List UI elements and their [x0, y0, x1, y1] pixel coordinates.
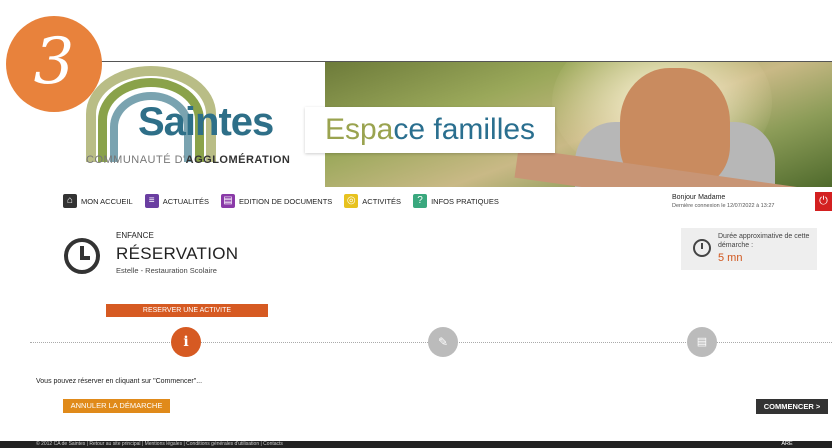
nav-label: INFOS PRATIQUES — [431, 196, 499, 206]
brand-part-a: Espa — [324, 113, 394, 146]
home-icon: ⌂ — [63, 194, 77, 208]
step-info-icon: i — [171, 327, 201, 357]
page: 3 Espace familles Saintes COMMUNAUTÉ D'A… — [0, 0, 832, 448]
nav-label: MON ACCUEIL — [81, 196, 133, 206]
clock-icon — [64, 238, 100, 274]
activities-icon: ◎ — [344, 194, 359, 208]
main-nav: ⌂ MON ACCUEIL ≡ ACTUALITÉS ▤ EDITION DE … — [63, 192, 505, 210]
logo-town-name: Saintes — [138, 100, 274, 144]
user-info: Bonjour Madame Dernière connexion le 12/… — [672, 193, 774, 211]
nav-label: ACTIVITÉS — [362, 196, 402, 206]
saintes-logo[interactable]: Saintes COMMUNAUTÉ D'AGGLOMÉRATION — [80, 66, 300, 176]
logout-button[interactable]: ⏻ — [815, 192, 832, 211]
section-category: ENFANCE — [116, 231, 154, 240]
info-icon: ? — [413, 194, 428, 208]
nav-item-edition-documents[interactable]: ▤ EDITION DE DOCUMENTS — [220, 194, 333, 208]
duration-value: 5 mn — [718, 252, 743, 264]
start-button[interactable]: COMMENCER > — [756, 399, 828, 414]
last-login: Dernière connexion le 12/07/2022 à 13:27 — [672, 203, 775, 209]
footer-badge: ARE — [781, 441, 793, 447]
duration-box: Durée approximative de cette démarche : … — [681, 228, 817, 270]
nav-item-activites[interactable]: ◎ ACTIVITÉS — [344, 194, 401, 208]
logo-community: COMMUNAUTÉ D'AGGLOMÉRATION — [86, 154, 291, 166]
power-icon: ⏻ — [819, 195, 828, 207]
nav-item-accueil[interactable]: ⌂ MON ACCUEIL — [63, 194, 133, 208]
duration-label: Durée approximative de cette démarche : — [718, 233, 810, 249]
step-list-icon: ▤ — [687, 327, 717, 357]
news-icon: ≡ — [144, 194, 159, 208]
step-pencil-icon: ✎ — [428, 327, 458, 357]
footer: © 2012 CA de Saintes | Retour au site pr… — [0, 441, 832, 448]
nav-item-actualites[interactable]: ≡ ACTUALITÉS — [144, 194, 209, 208]
nav-label: EDITION DE DOCUMENTS — [238, 196, 333, 206]
footer-links[interactable]: © 2012 CA de Saintes | Retour au site pr… — [36, 441, 283, 448]
espace-familles-brand: Espace familles — [305, 107, 555, 153]
user-greeting: Bonjour Madame — [672, 194, 726, 201]
reserve-activity-button[interactable]: RESERVER UNE ACTIVITE — [106, 304, 268, 317]
alarm-clock-icon — [693, 239, 711, 257]
cancel-button[interactable]: ANNULER LA DÉMARCHE — [63, 399, 170, 413]
step-number-badge: 3 — [6, 16, 102, 112]
page-title: RÉSERVATION — [116, 244, 239, 263]
brand-part-b: familles — [433, 113, 536, 146]
nav-label: ACTUALITÉS — [162, 196, 209, 206]
instruction-text: Vous pouvez réserver en cliquant sur "Co… — [36, 378, 203, 385]
brand-part-a-highlight: ce — [393, 113, 426, 146]
section-subtitle: Estelle - Restauration Scolaire — [116, 266, 217, 275]
nav-item-infos-pratiques[interactable]: ? INFOS PRATIQUES — [413, 194, 499, 208]
printer-icon: ▤ — [220, 194, 235, 208]
